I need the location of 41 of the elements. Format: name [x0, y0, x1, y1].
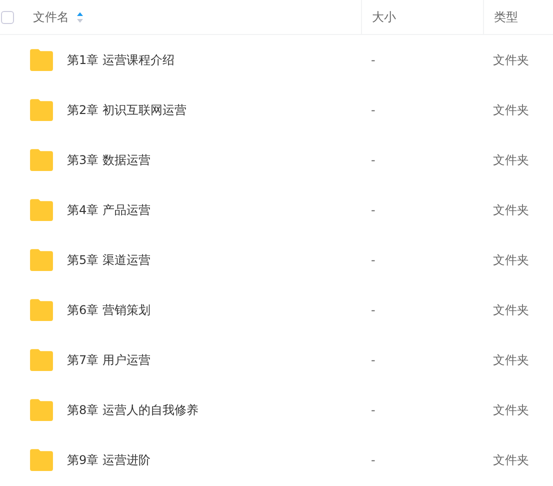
file-name[interactable]: 第5章 渠道运营	[67, 252, 150, 268]
file-type: 文件夹	[493, 302, 529, 318]
file-size: -	[371, 253, 376, 267]
folder-icon	[29, 199, 54, 221]
file-type: 文件夹	[493, 252, 529, 268]
folder-icon	[29, 349, 54, 371]
file-size: -	[371, 303, 376, 317]
file-name[interactable]: 第7章 用户运营	[67, 352, 150, 368]
file-type: 文件夹	[493, 402, 529, 418]
file-type: 文件夹	[493, 452, 529, 468]
column-header[interactable]: 类型	[494, 8, 518, 26]
file-type: 文件夹	[493, 352, 529, 368]
file-size: -	[371, 53, 376, 67]
file-size: -	[371, 103, 376, 117]
file-name[interactable]: 第8章 运营人的自我修养	[67, 402, 198, 418]
folder-icon	[29, 249, 54, 271]
file-size: -	[371, 453, 376, 467]
file-name[interactable]: 第1章 运营课程介绍	[67, 52, 174, 68]
file-type: 文件夹	[493, 152, 529, 168]
file-size: -	[371, 403, 376, 417]
file-name[interactable]: 第2章 初识互联网运营	[67, 102, 186, 118]
file-size: -	[371, 353, 376, 367]
file-type: 文件夹	[493, 102, 529, 118]
column-header[interactable]: 文件名	[33, 8, 69, 26]
file-name[interactable]: 第3章 数据运营	[67, 152, 150, 168]
file-size: -	[371, 203, 376, 217]
folder-icon	[29, 299, 54, 321]
folder-icon	[29, 399, 54, 421]
folder-icon	[29, 49, 54, 71]
file-type: 文件夹	[493, 52, 529, 68]
file-name[interactable]: 第9章 运营进阶	[67, 452, 150, 468]
file-type: 文件夹	[493, 202, 529, 218]
folder-icon	[29, 149, 54, 171]
file-name[interactable]: 第6章 营销策划	[67, 302, 150, 318]
sort-icon[interactable]	[77, 12, 83, 22]
folder-icon	[29, 99, 54, 121]
file-size: -	[371, 153, 376, 167]
column-header[interactable]: 大小	[372, 8, 396, 26]
select-all-checkbox[interactable]	[1, 10, 14, 24]
folder-icon	[29, 449, 54, 471]
file-name[interactable]: 第4章 产品运营	[67, 202, 150, 218]
